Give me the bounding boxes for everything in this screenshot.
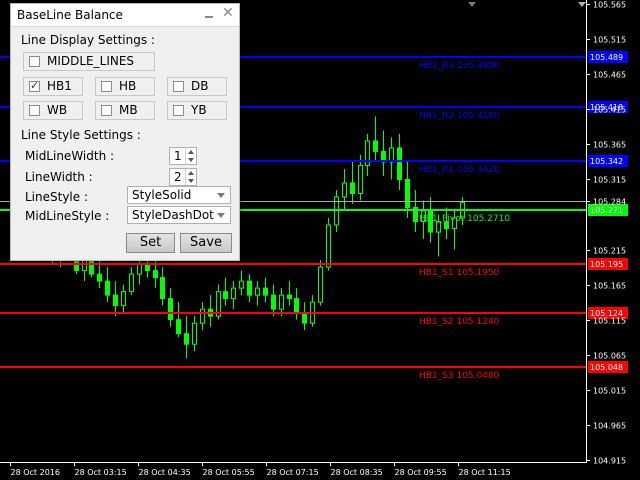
candle — [326, 218, 331, 271]
mb-checkbox[interactable] — [101, 105, 112, 116]
middle-lines-option[interactable]: MIDDLE_LINES — [23, 52, 155, 71]
time-tick-label: 28 Oct 07:15 — [267, 468, 319, 477]
price-tick-label: 105.365 — [593, 141, 626, 150]
price-tick-label: 105.115 — [593, 317, 626, 326]
hb-checkbox[interactable] — [101, 81, 112, 92]
price-tick-label: 105.215 — [593, 247, 626, 256]
mid-line-style-label: MidLineStyle : — [25, 209, 110, 223]
level-label: HB1_S3 105.0480 — [419, 371, 500, 381]
hb1-label: HB1 — [47, 79, 72, 93]
price-tick-label: 105.065 — [593, 352, 626, 361]
chevron-down-icon[interactable] — [217, 213, 225, 218]
spinner-arrows-icon[interactable] — [185, 148, 196, 164]
time-tick-label: 28 Oct 11:15 — [459, 468, 511, 477]
time-tick-label: 28 Oct 05:55 — [203, 468, 255, 477]
minimize-icon[interactable] — [203, 7, 215, 21]
level-price-tag-text: 105.342 — [590, 157, 623, 166]
close-icon[interactable]: ✕ — [222, 5, 234, 21]
dialog-title: BaseLine Balance — [17, 8, 123, 22]
wb-checkbox[interactable] — [29, 105, 40, 116]
price-tick-label: 104.965 — [593, 422, 626, 431]
mid-line-width-spinner[interactable]: 1 — [169, 147, 197, 165]
level-label: HB1_S2 105.1240 — [419, 317, 500, 327]
save-button[interactable]: Save — [180, 233, 232, 253]
time-tick-label: 28 Oct 09:55 — [395, 468, 447, 477]
chevron-down-icon[interactable] — [217, 193, 225, 198]
price-tick-label: 105.015 — [593, 387, 626, 396]
timeframe-option-wb[interactable]: WB — [23, 101, 83, 120]
price-tick-label: 105.165 — [593, 282, 626, 291]
level-price-tag-text: 105.195 — [590, 260, 623, 269]
line-width-label: LineWidth : — [25, 170, 93, 184]
style-settings-header: Line Style Settings : — [21, 128, 141, 142]
level-label: HB1_S1 105.1950 — [419, 268, 500, 278]
price-tick-label: 105.465 — [593, 71, 626, 80]
level-price-tag-text: 105.489 — [590, 53, 623, 62]
level-label: HB1_R2 105.4180 — [419, 111, 500, 121]
baseline-balance-dialog: BaseLine Balance ✕ Line Display Settings… — [10, 3, 240, 261]
timeframe-option-mb[interactable]: MB — [95, 101, 155, 120]
screen: HB1_R3 105.4890 105.489 HB1_R2 105.4180 105… — [0, 0, 640, 480]
timeframe-option-yb[interactable]: YB — [167, 101, 227, 120]
timeframe-option-hb[interactable]: HB — [95, 77, 155, 96]
level-label: HB1_Pivot 105.2710 — [419, 214, 510, 224]
price-tick-label: 105.315 — [593, 176, 626, 185]
wb-label: WB — [47, 103, 68, 117]
timeframe-option-hb1[interactable]: HB1 — [23, 77, 83, 96]
price-tick-label: 105.415 — [593, 106, 626, 115]
set-button[interactable]: Set — [126, 233, 175, 253]
candle — [318, 260, 323, 306]
level-label: HB1_R3 105.4890 — [419, 61, 500, 71]
level-price-tag-text: 105.271 — [590, 206, 623, 215]
time-tick-label: 28 Oct 04:35 — [139, 468, 191, 477]
spinner-arrows-icon[interactable] — [185, 169, 196, 185]
line-style-value: StyleSolid — [132, 188, 192, 202]
db-label: DB — [191, 79, 209, 93]
db-checkbox[interactable] — [173, 81, 184, 92]
price-tick-label: 105.515 — [593, 36, 626, 45]
mid-line-style-select[interactable]: StyleDashDot — [127, 206, 231, 224]
mid-line-width-value: 1 — [174, 149, 182, 163]
time-tick-label: 28 Oct 08:35 — [331, 468, 383, 477]
mid-line-style-value: StyleDashDot — [132, 208, 214, 222]
display-settings-header: Line Display Settings : — [21, 33, 155, 47]
yb-label: YB — [191, 103, 207, 117]
level-label: HB1_R1 105.3420 — [419, 165, 500, 175]
dialog-titlebar[interactable]: BaseLine Balance ✕ — [11, 4, 239, 27]
timeframe-option-db[interactable]: DB — [167, 77, 227, 96]
time-tick-label: 28 Oct 2016 — [11, 468, 60, 477]
mb-label: MB — [119, 103, 138, 117]
line-style-select[interactable]: StyleSolid — [127, 186, 231, 204]
price-tick-label: 105.284 — [593, 198, 626, 207]
middle-lines-checkbox[interactable] — [29, 56, 40, 67]
hb-label: HB — [119, 79, 137, 93]
yb-checkbox[interactable] — [173, 105, 184, 116]
level-price-tag-text: 105.048 — [590, 363, 623, 372]
line-width-spinner[interactable]: 2 — [169, 168, 197, 186]
hb1-checkbox[interactable] — [29, 79, 40, 92]
price-tick-label: 105.565 — [593, 1, 626, 10]
mid-line-width-label: MidLineWidth : — [25, 149, 115, 163]
line-style-label: LineStyle : — [25, 190, 89, 204]
middle-lines-label: MIDDLE_LINES — [47, 54, 135, 68]
time-tick-label: 28 Oct 03:15 — [75, 468, 127, 477]
line-width-value: 2 — [174, 170, 182, 184]
price-tick-label: 104.915 — [593, 457, 626, 466]
